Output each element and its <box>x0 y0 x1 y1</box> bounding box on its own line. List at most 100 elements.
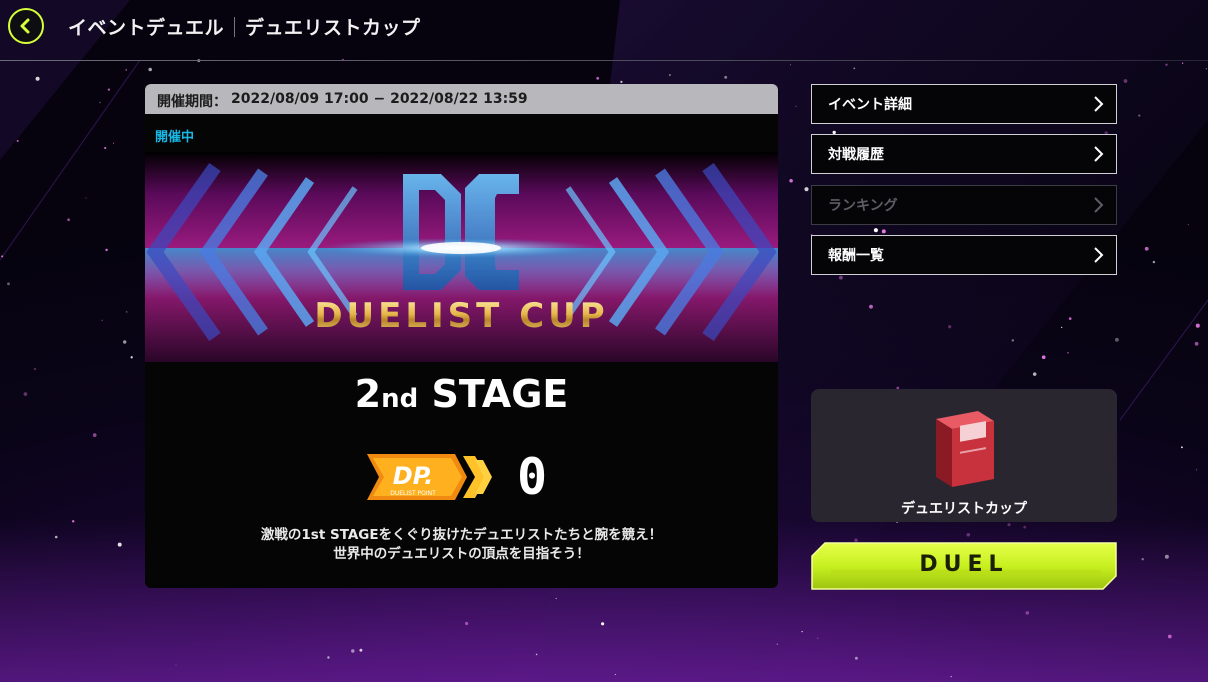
header-divider <box>0 60 1208 61</box>
chevron-right-icon <box>1094 146 1104 162</box>
chevron-right-icon <box>1094 96 1104 112</box>
event-status-badge: 開催中 <box>155 130 195 145</box>
star <box>1123 79 1128 83</box>
description-line-1: 激戦の1st STAGEをくぐり抜けたデュエリストたちと腕を競え！ <box>260 527 663 543</box>
page-title: イベントデュエル デュエリストカップ <box>68 13 421 40</box>
description-line-2: 世界中のデュエリストの頂点を目指そう！ <box>333 546 590 562</box>
duel-button[interactable]: DUEL <box>811 542 1117 590</box>
star <box>1138 114 1141 117</box>
star <box>1011 339 1014 342</box>
star <box>125 69 127 71</box>
dp-badge-text: DP. <box>393 462 433 490</box>
star <box>1164 554 1169 559</box>
star <box>1061 326 1063 329</box>
star <box>950 675 952 678</box>
chevron-right-icon <box>1094 197 1104 213</box>
title-event-name: デュエリストカップ <box>245 17 421 39</box>
star <box>54 535 58 539</box>
star <box>107 88 111 91</box>
star <box>853 67 856 70</box>
star <box>67 218 70 221</box>
star <box>104 146 107 150</box>
star <box>130 356 133 359</box>
star <box>668 73 671 77</box>
star <box>351 649 355 653</box>
star <box>789 64 792 66</box>
star <box>71 520 75 523</box>
star <box>1167 634 1172 639</box>
star <box>620 80 623 84</box>
chevron-right-icon <box>1094 247 1104 263</box>
star <box>801 630 803 633</box>
duelist-point-badge: DP. DUELIST POINT <box>367 454 492 500</box>
menu-event-details-label: イベント詳細 <box>828 97 912 113</box>
star <box>596 76 600 80</box>
star <box>535 653 538 656</box>
star <box>614 673 616 676</box>
star <box>1195 323 1200 328</box>
menu-event-details[interactable]: イベント詳細 <box>811 84 1117 124</box>
star <box>122 340 127 344</box>
event-panel: 開催期間： 2022/08/09 17:00 − 2022/08/22 13:5… <box>145 84 778 588</box>
star <box>1152 260 1156 264</box>
star <box>1195 469 1198 471</box>
star <box>101 319 103 321</box>
stage-suffix: nd <box>381 384 419 414</box>
period-label: 開催期間： <box>157 94 227 110</box>
star <box>85 197 87 199</box>
duel-button-label: DUEL <box>919 552 1009 577</box>
star <box>23 392 28 396</box>
star <box>1067 351 1069 354</box>
star <box>105 248 108 252</box>
stage-title: 2nd STAGE <box>145 372 778 416</box>
star <box>1025 611 1030 615</box>
duelist-cup-logo-text: DUELIST CUP <box>145 296 778 336</box>
menu-match-history-label: 対戦履歴 <box>828 147 884 163</box>
star <box>881 229 886 234</box>
star <box>1032 372 1037 376</box>
star <box>359 648 363 652</box>
star <box>16 139 19 142</box>
star <box>555 597 557 600</box>
star <box>92 433 97 437</box>
star <box>776 643 778 645</box>
star <box>601 622 605 626</box>
star <box>1068 317 1072 320</box>
star <box>1007 523 1011 527</box>
event-description: 激戦の1st STAGEをくぐり抜けたデュエリストたちと腕を競え！ 世界中のデュ… <box>145 526 778 564</box>
deck-select-card[interactable]: デュエリストカップ <box>811 389 1117 522</box>
stage-number: 2 <box>354 372 382 416</box>
deck-name: デュエリストカップ <box>901 501 1027 517</box>
menu-rewards-list[interactable]: 報酬一覧 <box>811 235 1117 275</box>
star <box>1 255 4 258</box>
star <box>1187 224 1189 226</box>
chevron-left-icon <box>20 18 30 34</box>
title-event-type: イベントデュエル <box>68 17 225 39</box>
star <box>948 325 952 329</box>
star <box>464 621 469 626</box>
star <box>873 228 878 233</box>
star <box>175 664 177 666</box>
star <box>789 178 793 183</box>
star <box>7 282 10 286</box>
star <box>804 187 809 192</box>
star <box>816 637 819 639</box>
star <box>1141 558 1144 561</box>
back-button[interactable] <box>8 8 44 44</box>
event-period-bar: 開催期間： 2022/08/09 17:00 − 2022/08/22 13:5… <box>145 84 778 114</box>
star <box>869 304 873 309</box>
star <box>1194 341 1199 346</box>
star <box>327 656 330 659</box>
menu-match-history[interactable]: 対戦履歴 <box>811 134 1117 174</box>
star <box>117 542 122 547</box>
top-header: イベントデュエル デュエリストカップ <box>0 0 1208 58</box>
star <box>838 275 843 280</box>
star <box>1165 63 1168 66</box>
star <box>966 533 971 537</box>
star <box>99 101 101 104</box>
menu-ranking[interactable]: ランキング <box>811 185 1117 225</box>
star <box>1041 355 1046 360</box>
star <box>33 367 37 371</box>
star <box>1144 246 1149 251</box>
star <box>35 76 40 81</box>
